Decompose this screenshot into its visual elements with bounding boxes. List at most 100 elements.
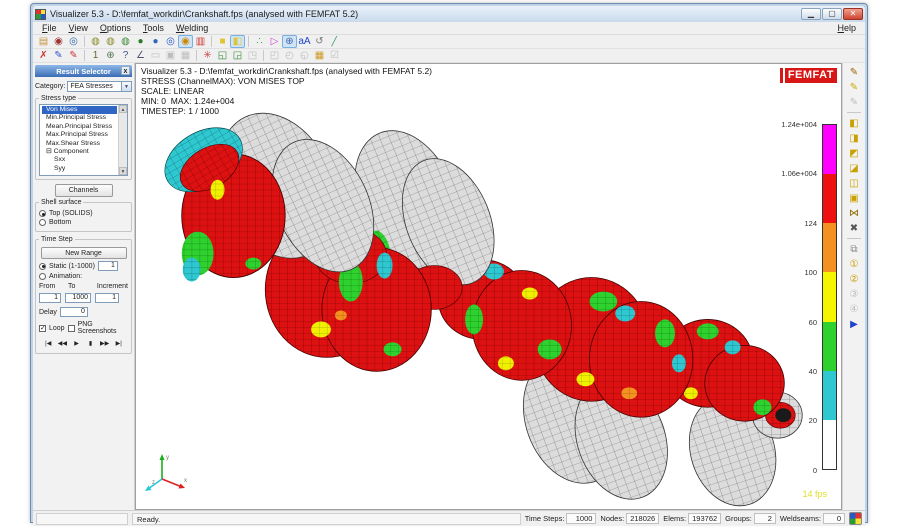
title-bar[interactable]: Visualizer 5.3 - D:\femfat_workdir\Crank… [33, 6, 865, 22]
to-input[interactable]: 1000 [65, 293, 91, 303]
list-scrollbar[interactable]: ▲ ▼ [118, 105, 127, 175]
legend-bars-icon[interactable]: ▥ [193, 35, 208, 48]
view-back-icon[interactable]: ◪ [846, 161, 862, 175]
measure-ruler-icon[interactable]: ╱ [327, 35, 342, 48]
view-iso-1-icon[interactable]: ◧ [846, 116, 862, 130]
snapshot-icon[interactable]: ◉ [51, 35, 66, 48]
contour-target-icon[interactable]: ◉ [178, 35, 193, 48]
chevron-down-icon[interactable]: ▼ [121, 82, 131, 91]
rewind-step-icon[interactable]: ◀◀ [57, 340, 68, 350]
open-results-icon[interactable]: ▤ [36, 35, 51, 48]
duplicate-view-icon[interactable]: ⧉ [846, 242, 862, 256]
last-step-icon[interactable]: ▶| [113, 340, 124, 350]
edit-annotation-icon[interactable]: ✎ [846, 80, 862, 94]
pick-element-icon[interactable]: ▷ [267, 35, 282, 48]
stress-item-max-shear[interactable]: Max.Shear Stress [42, 140, 117, 148]
marker-red-icon[interactable]: ✎ [66, 49, 81, 62]
wireframe-globe-icon[interactable]: ⊕ [282, 35, 297, 48]
probe-points-icon[interactable]: ∴ [252, 35, 267, 48]
minimize-button[interactable]: ▁ [801, 8, 821, 20]
stress-item-syy[interactable]: Syy [42, 165, 117, 173]
top-solids-radio[interactable] [39, 210, 46, 217]
import-page-2-icon: ◴ [285, 50, 294, 61]
menu-options[interactable]: Options [95, 23, 136, 33]
channels-button[interactable]: Channels [54, 184, 113, 197]
maximize-button[interactable]: ▢ [822, 8, 842, 20]
clear-marks-icon[interactable]: ✗ [36, 49, 51, 62]
loop-checkbox[interactable]: ✓ [39, 324, 46, 332]
viewport-3d[interactable]: Visualizer 5.3 - D:\femfat_workdir\Crank… [135, 63, 842, 510]
loop-label: Loop [49, 324, 65, 332]
static-step-input[interactable]: 1 [97, 261, 118, 271]
rotate-ccw-icon[interactable]: ↺ [312, 35, 327, 48]
menu-welding[interactable]: Welding [171, 23, 213, 33]
marker-blue-icon[interactable]: ✎ [51, 49, 66, 62]
result-selector-header[interactable]: Result Selector x [35, 65, 132, 77]
calculator-icon[interactable]: ▦ [312, 49, 327, 62]
reset-view-icon[interactable]: ✖ [846, 221, 862, 235]
stress-item-min-principal[interactable]: Min.Principal Stress [42, 114, 117, 122]
menu-view[interactable]: View [64, 23, 93, 33]
view-iso-2-icon[interactable]: ◨ [846, 131, 862, 145]
scroll-down-icon[interactable]: ▼ [119, 167, 127, 175]
play-steps-icon[interactable]: ▶ [71, 340, 82, 350]
export-page-1-icon[interactable]: ◱ [215, 49, 230, 62]
view-left-icon[interactable]: ◫ [846, 176, 862, 190]
stored-view-2-icon[interactable]: ② [846, 272, 862, 286]
panel-close-icon[interactable]: x [121, 66, 130, 75]
stress-item-sxx[interactable]: Sxx [42, 156, 117, 164]
explode-view-icon[interactable]: ⋈ [846, 206, 862, 220]
toolbar-separator [263, 50, 264, 61]
stress-item-max-principal[interactable]: Max.Principal Stress [42, 131, 117, 139]
query-node-icon[interactable]: ? [118, 49, 133, 62]
category-dropdown[interactable]: FEA Stresses ▼ [67, 81, 132, 92]
png-screenshots-checkbox[interactable] [67, 324, 75, 332]
stress-item-mean-principal[interactable]: Mean.Principal Stress [42, 123, 117, 131]
measure-angle-icon[interactable]: ∠ [133, 49, 148, 62]
increment-input[interactable]: 1 [95, 293, 119, 303]
stored-view-1-icon[interactable]: ① [846, 257, 862, 271]
stress-item-component[interactable]: ⊟ Component [42, 148, 117, 156]
to-label: To [67, 283, 76, 290]
colorbar-label: 1.06e+004 [781, 169, 817, 178]
menu-tools[interactable]: Tools [138, 23, 169, 33]
scroll-up-icon[interactable]: ▲ [119, 105, 127, 113]
bottom-radio[interactable] [39, 219, 46, 226]
record-movie-icon[interactable]: ◎ [66, 35, 81, 48]
stress-item-von-mises[interactable]: Von Mises [42, 106, 117, 115]
cube-feature-icon[interactable]: ◧ [230, 35, 245, 48]
view-front-icon[interactable]: ◩ [846, 146, 862, 160]
contour-rings-icon[interactable]: ◎ [163, 35, 178, 48]
static-radio[interactable] [39, 262, 46, 270]
node-id-icon[interactable]: 1 [88, 49, 103, 62]
animation-radio[interactable] [39, 273, 46, 280]
toolbar-row-2: ✗ ✎ ✎ 1 ⊕? ∠ ▭ ▣ ▦ ✳ ◱ ◲ ◳ ◰ ◴ ◵ ▦ ☑ [33, 49, 865, 63]
delay-input[interactable]: 0 [59, 307, 88, 317]
rotate-view-icon[interactable]: ◍ [118, 35, 133, 48]
pause-steps-icon[interactable]: ▮ [85, 340, 96, 350]
femfat-logo-text: FEMFAT [784, 68, 837, 83]
present-mode-icon[interactable]: ▶ [846, 317, 862, 331]
menu-help[interactable]: Help [832, 23, 861, 33]
first-step-icon[interactable]: |◀ [43, 340, 54, 350]
stress-type-list[interactable]: Von Mises Min.Principal Stress Mean.Prin… [39, 104, 128, 176]
close-button[interactable]: ✕ [843, 8, 863, 20]
cube-solid-icon[interactable]: ■ [215, 35, 230, 48]
view-right-icon[interactable]: ▣ [846, 191, 862, 205]
toolbar-separator [84, 36, 85, 47]
stored-view-4-icon: ④ [849, 304, 859, 315]
shaded-view-icon[interactable]: ● [133, 35, 148, 48]
export-page-2-icon[interactable]: ◲ [230, 49, 245, 62]
rotate-center-icon[interactable]: ⊕ [103, 49, 118, 62]
forward-step-icon[interactable]: ▶▶ [99, 340, 110, 350]
fit-view-icon[interactable]: ◍ [88, 35, 103, 48]
edit-legend-icon[interactable]: ✎ [846, 65, 862, 79]
globe-view-icon[interactable]: ● [148, 35, 163, 48]
time-step-label: Time Step [41, 236, 73, 243]
mcf-node-icon[interactable]: ✳ [200, 49, 215, 62]
zoom-view-icon[interactable]: ◍ [103, 35, 118, 48]
menu-file[interactable]: File [37, 23, 62, 33]
from-input[interactable]: 1 [39, 293, 61, 303]
new-range-button[interactable]: New Range [40, 247, 127, 259]
annotation-text-icon[interactable]: aA [297, 35, 312, 48]
